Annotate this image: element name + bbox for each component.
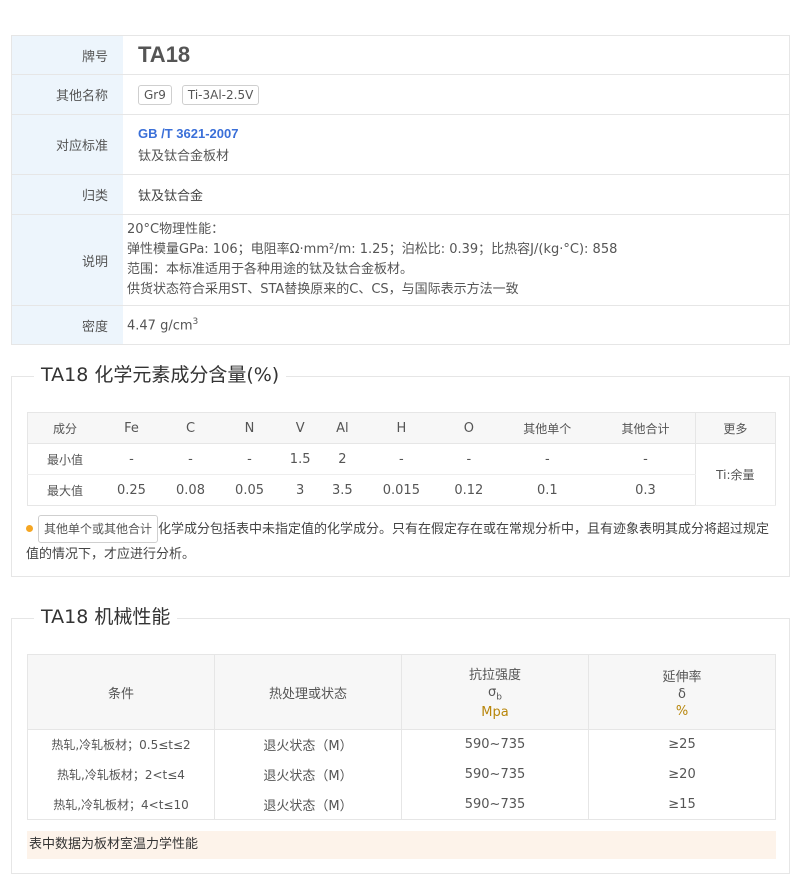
- description-line: 范围：本标准适用于各种用途的钛及钛合金板材。: [127, 262, 414, 277]
- chem-header-cell: Fe: [101, 412, 161, 444]
- chem-header-cell: C: [160, 412, 221, 444]
- table-cell: -: [160, 443, 221, 475]
- row-label: 最小值: [26, 443, 102, 475]
- table-cell: -: [439, 443, 499, 475]
- alias-label: 其他名称: [12, 75, 123, 114]
- mechanical-properties-section: TA18 机械性能 条件 热处理或状态 抗拉强度 σb Mpa 延伸率 δ % …: [11, 605, 790, 874]
- elongation-cell: ≥15: [588, 789, 776, 820]
- table-row: 热轧,冷轧板材；0.5≤t≤2 退火状态（M） 590~735 ≥25: [27, 729, 776, 760]
- chemical-composition-title: TA18 化学元素成分含量(%): [34, 363, 287, 387]
- alias-row: 其他名称 Gr9 Ti-3Al-2.5V: [12, 75, 789, 115]
- description-line: 弹性模量GPa: 106；电阻率Ω·mm²/m: 1.25；泊松比: 0.39；…: [127, 242, 618, 257]
- table-cell: -: [498, 443, 597, 475]
- density-exponent: 3: [192, 316, 199, 327]
- table-cell: 0.3: [596, 474, 696, 506]
- treatment-cell: 退火状态（M）: [214, 789, 402, 820]
- table-row: 最小值 - - - 1.5 2 - - - - Ti:余量: [26, 443, 777, 506]
- table-cell: 0.08: [160, 474, 221, 506]
- header-tensile: 抗拉强度 σb Mpa: [401, 654, 589, 730]
- alias-tag-ti-3al-2.5v[interactable]: Ti-3Al-2.5V: [181, 84, 260, 105]
- table-cell: 0.12: [439, 474, 499, 506]
- category-value: 钛及钛合金: [138, 189, 204, 204]
- table-row: 最大值 0.25 0.08 0.05 3 3.5 0.015 0.12 0.1 …: [26, 474, 776, 506]
- density-value: 4.47 g/cm3: [127, 317, 789, 333]
- table-cell: 0.05: [220, 474, 280, 506]
- chem-header-cell: Al: [321, 412, 364, 444]
- table-cell: -: [363, 443, 440, 475]
- alias-tag-gr9[interactable]: Gr9: [138, 84, 172, 105]
- tensile-unit: Mpa: [481, 704, 509, 720]
- category-row: 归类 钛及钛合金: [12, 175, 789, 215]
- condition-cell: 热轧,冷轧板材；2<t≤4: [27, 759, 215, 790]
- description-label: 说明: [12, 215, 123, 305]
- standard-code-link[interactable]: GB /T 3621-2007: [138, 126, 789, 141]
- chem-header-cell: 其他合计: [596, 412, 696, 444]
- standard-label: 对应标准: [12, 115, 123, 174]
- table-cell: 0.1: [498, 474, 597, 506]
- chem-header-cell: 成分: [26, 412, 102, 444]
- table-cell: 0.015: [363, 474, 440, 506]
- elongation-cell: ≥20: [588, 759, 776, 790]
- tensile-label: 抗拉强度: [468, 668, 521, 684]
- density-number: 4.47 g/cm: [127, 318, 193, 334]
- table-cell: -: [596, 443, 696, 475]
- standard-row: 对应标准 GB /T 3621-2007 钛及钛合金板材: [12, 115, 789, 175]
- tensile-symbol: σb: [402, 685, 588, 703]
- description-line: 20°C物理性能：: [127, 222, 225, 237]
- density-row: 密度 4.47 g/cm3: [12, 306, 789, 345]
- composition-note: 其他单个或其他合计 化学成分包括表中未指定值的化学成分。只有在假定存在或在常规分析…: [26, 515, 778, 567]
- grade-row: 牌号 TA18: [12, 36, 789, 75]
- description-line: 供货状态符合采用ST、STA替换原来的C、CS，与国际表示方法一致: [127, 282, 519, 297]
- table-cell: 3: [279, 474, 322, 506]
- mechanical-footnote: 表中数据为板材室温力学性能: [27, 831, 776, 859]
- table-cell: 1.5: [279, 443, 322, 475]
- chem-header-cell: H: [363, 412, 440, 444]
- elongation-unit: %: [675, 703, 689, 719]
- treatment-cell: 退火状态（M）: [214, 729, 402, 760]
- category-label: 归类: [12, 175, 123, 214]
- header-elongation: 延伸率 δ %: [588, 654, 776, 730]
- table-row: 热轧,冷轧板材；2<t≤4 退火状态（M） 590~735 ≥20: [27, 759, 776, 790]
- grade-value: TA18: [138, 42, 191, 67]
- mechanical-properties-table: 条件 热处理或状态 抗拉强度 σb Mpa 延伸率 δ % 热轧,冷轧板材；0.…: [27, 654, 776, 820]
- treatment-cell: 退火状态（M）: [214, 759, 402, 790]
- table-cell: -: [101, 443, 161, 475]
- condition-cell: 热轧,冷轧板材；0.5≤t≤2: [27, 729, 215, 760]
- table-row: 热轧,冷轧板材；4<t≤10 退火状态（M） 590~735 ≥15: [27, 789, 776, 820]
- chem-header-cell: N: [220, 412, 280, 444]
- table-cell: 3.5: [321, 474, 364, 506]
- chemical-composition-section: TA18 化学元素成分含量(%) 成分 Fe C N V Al H O 其他单个…: [11, 363, 790, 577]
- mech-header-row: 条件 热处理或状态 抗拉强度 σb Mpa 延伸率 δ %: [27, 654, 776, 730]
- row-label: 最大值: [26, 474, 102, 506]
- more-value-cell: Ti:余量: [694, 443, 777, 506]
- tensile-cell: 590~735: [401, 729, 589, 760]
- chem-header-cell: 其他单个: [498, 412, 597, 444]
- mechanical-properties-title: TA18 机械性能: [34, 605, 178, 629]
- description-row: 说明 20°C物理性能： 弹性模量GPa: 106；电阻率Ω·mm²/m: 1.…: [12, 215, 789, 306]
- chem-header-cell: V: [279, 412, 322, 444]
- standard-name: 钛及钛合金板材: [138, 148, 230, 164]
- sigma-subscript: b: [496, 692, 502, 703]
- material-info-table: 牌号 TA18 其他名称 Gr9 Ti-3Al-2.5V 对应标准 GB /T …: [11, 35, 790, 345]
- note-tag: 其他单个或其他合计: [38, 515, 159, 543]
- chem-header-more[interactable]: 更多: [694, 412, 777, 444]
- table-cell: -: [220, 443, 280, 475]
- chem-header-cell: O: [439, 412, 499, 444]
- header-condition: 条件: [27, 654, 215, 730]
- density-label: 密度: [12, 306, 123, 344]
- bullet-dot-icon: [26, 525, 33, 532]
- elongation-cell: ≥25: [588, 729, 776, 760]
- chem-header-row: 成分 Fe C N V Al H O 其他单个 其他合计 更多: [26, 412, 777, 444]
- elongation-symbol: δ: [678, 686, 686, 702]
- table-cell: 2: [321, 443, 364, 475]
- condition-cell: 热轧,冷轧板材；4<t≤10: [27, 789, 215, 820]
- table-cell: 0.25: [101, 474, 161, 506]
- chemical-composition-table: 成分 Fe C N V Al H O 其他单个 其他合计 更多 最小值 - - …: [26, 412, 777, 506]
- tensile-cell: 590~735: [401, 759, 589, 790]
- header-treatment: 热处理或状态: [214, 654, 402, 730]
- tensile-cell: 590~735: [401, 789, 589, 820]
- grade-label: 牌号: [12, 36, 123, 74]
- elongation-label: 延伸率: [662, 669, 702, 685]
